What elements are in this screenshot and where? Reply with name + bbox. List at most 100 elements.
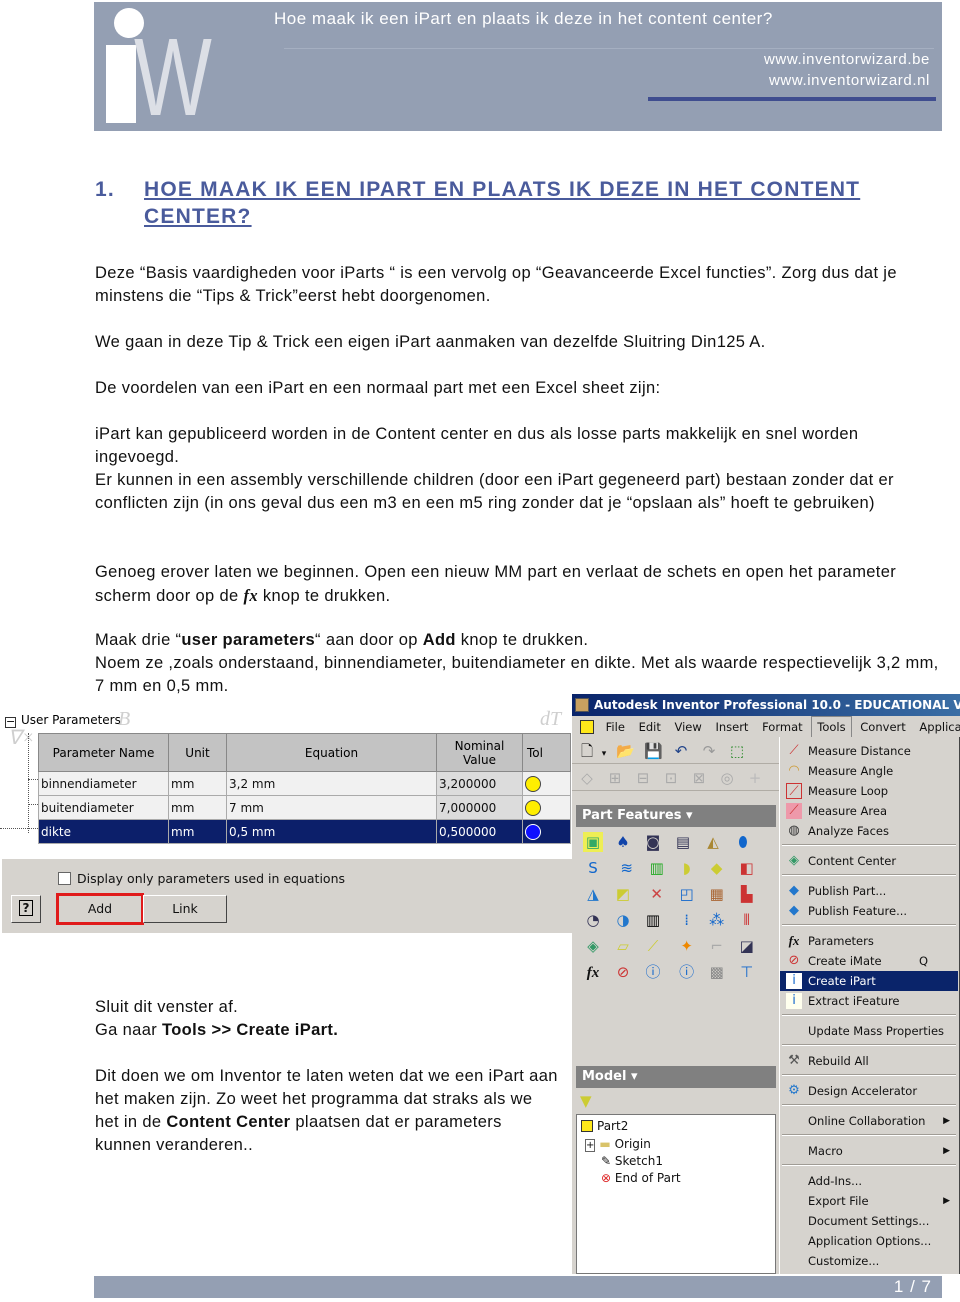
save-icon[interactable]: 💾 bbox=[644, 742, 663, 760]
display-only-used-checkbox[interactable]: Display only parameters used in equation… bbox=[58, 871, 345, 886]
emboss-icon[interactable]: ▦ bbox=[707, 884, 727, 904]
menu-applications[interactable]: Applications bbox=[914, 716, 960, 738]
table-row[interactable]: buitendiameter mm 7 mm 7,000000 bbox=[38, 795, 571, 820]
checkbox-box[interactable] bbox=[58, 872, 71, 885]
bend-icon[interactable]: ◔ bbox=[583, 910, 603, 930]
tree-node-end-of-part[interactable]: ⊗ End of Part bbox=[601, 1171, 681, 1185]
extrude-icon[interactable]: ▣ bbox=[583, 832, 603, 852]
col-tol[interactable]: Tol bbox=[522, 733, 571, 772]
loft-icon[interactable]: ⬮ bbox=[733, 832, 753, 852]
url-be-link[interactable]: www.inventorwizard.be bbox=[764, 51, 930, 68]
menu-item-content-center[interactable]: ◈ Content Center bbox=[780, 851, 958, 871]
rib-icon[interactable]: ◭ bbox=[703, 832, 723, 852]
tree-node-sketch[interactable]: ✎ Sketch1 bbox=[601, 1154, 663, 1168]
help-button[interactable]: ? bbox=[11, 895, 41, 923]
param-equation[interactable]: 0,5 mm bbox=[226, 819, 437, 844]
param-tol[interactable] bbox=[522, 795, 571, 820]
move-face-icon[interactable]: ◩ bbox=[613, 884, 633, 904]
menu-item-rebuild-all[interactable]: ⚒ Rebuild All bbox=[780, 1051, 958, 1071]
menu-view[interactable]: View bbox=[670, 716, 707, 738]
barcode-icon[interactable]: ▥ bbox=[643, 910, 663, 930]
ipart-icon[interactable]: ⓘ bbox=[643, 962, 663, 982]
sweep-icon[interactable]: S bbox=[583, 858, 603, 878]
menu-item-add-ins[interactable]: Add-Ins... bbox=[780, 1171, 958, 1191]
menu-item-update-mass-properties[interactable]: Update Mass Properties bbox=[780, 1021, 958, 1041]
menu-item-extract-ifeature[interactable]: i Extract iFeature bbox=[780, 991, 958, 1011]
menu-edit[interactable]: Edit bbox=[634, 716, 666, 738]
mirror-icon[interactable]: ⫴ bbox=[737, 910, 757, 930]
menu-item-customize[interactable]: Customize... bbox=[780, 1251, 958, 1271]
menu-item-online-collaboration[interactable]: Online Collaboration ▶ bbox=[780, 1111, 958, 1131]
delete-face-icon[interactable]: ✕ bbox=[647, 884, 667, 904]
work-axis-icon[interactable]: ⟋ bbox=[643, 936, 663, 956]
part-features-panel-header[interactable]: Part Features ▾ bbox=[576, 805, 776, 827]
col-unit[interactable]: Unit bbox=[168, 733, 227, 772]
tolerance-yellow-icon[interactable] bbox=[525, 799, 541, 816]
shell-icon[interactable]: ▤ bbox=[673, 832, 693, 852]
menu-item-create-imate[interactable]: ⊘ Create iMate Q bbox=[780, 951, 958, 971]
menu-item-measure-loop[interactable]: ⟋ Measure Loop bbox=[780, 781, 958, 801]
tool-icon[interactable]: ⊡ bbox=[662, 769, 680, 787]
derived-icon[interactable]: ◑ bbox=[613, 910, 633, 930]
col-equation[interactable]: Equation bbox=[226, 733, 437, 772]
menu-item-analyze-faces[interactable]: ◍ Analyze Faces bbox=[780, 821, 958, 841]
tool-icon[interactable]: ⊟ bbox=[634, 769, 652, 787]
grounded-icon[interactable]: ⌐ bbox=[707, 936, 727, 956]
table-row-selected[interactable]: dikte mm 0,5 mm 0,500000 bbox=[38, 819, 571, 844]
tool-icon[interactable]: ◎ bbox=[718, 769, 736, 787]
sculpt-icon[interactable]: ◰ bbox=[677, 884, 697, 904]
menu-item-publish-feature[interactable]: ◆ Publish Feature... bbox=[780, 901, 958, 921]
fx-parameters-icon[interactable]: fx bbox=[583, 963, 603, 983]
param-name[interactable]: binnendiameter bbox=[38, 771, 169, 796]
decal-icon[interactable]: ▙ bbox=[737, 884, 757, 904]
select-icon[interactable]: ⬚ bbox=[728, 742, 746, 760]
split-icon[interactable]: ◮ bbox=[583, 884, 603, 904]
insert-ifeature-icon[interactable]: ⊤ bbox=[737, 962, 757, 982]
param-equation[interactable]: 7 mm bbox=[226, 795, 437, 820]
menu-item-export-file[interactable]: Export File ▶ bbox=[780, 1191, 958, 1211]
add-button[interactable]: Add bbox=[56, 893, 144, 925]
heading-text[interactable]: HOE MAAK IK EEN IPART EN PLAATS IK DEZE … bbox=[144, 176, 884, 230]
menu-item-design-accelerator[interactable]: ⚙ Design Accelerator bbox=[780, 1081, 958, 1101]
circular-pattern-icon[interactable]: ⁂ bbox=[707, 910, 727, 930]
undo-icon[interactable]: ↶ bbox=[672, 742, 690, 760]
revolve-icon[interactable]: ♠ bbox=[613, 832, 633, 852]
filter-icon[interactable]: ▼ bbox=[580, 1092, 592, 1110]
crosshair-icon[interactable]: + bbox=[746, 769, 764, 787]
coil-icon[interactable]: ≋ bbox=[617, 858, 637, 878]
menu-item-create-ipart[interactable]: i Create iPart bbox=[780, 971, 958, 991]
menu-item-application-options[interactable]: Application Options... bbox=[780, 1231, 958, 1251]
param-tol[interactable] bbox=[522, 819, 571, 844]
work-plane-icon[interactable]: ▱ bbox=[613, 936, 633, 956]
work-point-icon[interactable]: ✦ bbox=[677, 936, 697, 956]
menu-file[interactable]: File bbox=[601, 716, 630, 738]
menu-item-publish-part[interactable]: ◆ Publish Part... bbox=[780, 881, 958, 901]
menu-item-macro[interactable]: Macro ▶ bbox=[780, 1141, 958, 1161]
menu-tools[interactable]: Tools bbox=[811, 716, 852, 737]
menu-item-parameters[interactable]: fx Parameters bbox=[780, 931, 958, 951]
model-panel-header[interactable]: Model ▾ bbox=[576, 1066, 776, 1088]
param-unit[interactable]: mm bbox=[168, 819, 227, 844]
thread-icon[interactable]: ▥ bbox=[647, 858, 667, 878]
fillet-icon[interactable]: ◗ bbox=[677, 858, 697, 878]
chamfer-icon[interactable]: ◆ bbox=[707, 858, 727, 878]
menu-item-document-settings[interactable]: Document Settings... bbox=[780, 1211, 958, 1231]
view-catalog-icon[interactable]: ▩ bbox=[707, 962, 727, 982]
new-icon[interactable]: 🗋 bbox=[578, 742, 596, 760]
col-nominal-value[interactable]: Nominal Value bbox=[436, 733, 523, 772]
tool-icon[interactable]: ⊠ bbox=[690, 769, 708, 787]
derived-component-icon[interactable]: ◪ bbox=[737, 936, 757, 956]
param-tol[interactable] bbox=[522, 771, 571, 796]
expand-icon[interactable]: + bbox=[585, 1139, 596, 1152]
menu-insert[interactable]: Insert bbox=[710, 716, 753, 738]
rectangular-pattern-icon[interactable]: ⁞ bbox=[677, 910, 697, 930]
col-parameter-name[interactable]: Parameter Name bbox=[38, 733, 169, 772]
return-icon[interactable]: ◇ bbox=[578, 769, 596, 787]
menu-item-measure-distance[interactable]: ⟋ Measure Distance bbox=[780, 741, 958, 761]
menu-format[interactable]: Format bbox=[757, 716, 808, 738]
menu-item-measure-angle[interactable]: ◠ Measure Angle bbox=[780, 761, 958, 781]
face-draft-icon[interactable]: ◧ bbox=[737, 858, 757, 878]
param-unit[interactable]: mm bbox=[168, 771, 227, 796]
ifeature-icon[interactable]: ⓘ bbox=[677, 962, 697, 982]
part-document-icon[interactable] bbox=[580, 720, 594, 734]
